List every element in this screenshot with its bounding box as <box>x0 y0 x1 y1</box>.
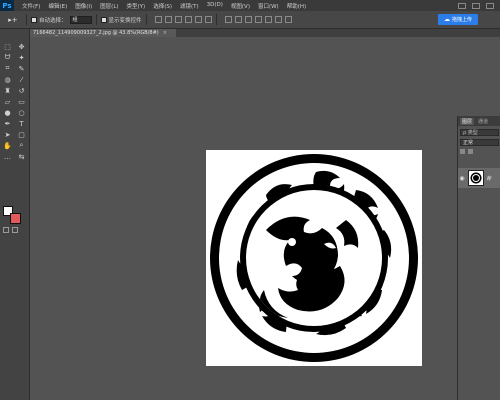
canvas-area[interactable] <box>30 37 456 400</box>
mode-icons <box>3 227 18 233</box>
share-upload-label: 拖拽上传 <box>451 17 472 23</box>
lock-pixels-icon[interactable] <box>460 149 465 154</box>
menu-view[interactable]: 视图(V) <box>227 2 254 10</box>
cloud-icon: ☁ <box>443 16 450 23</box>
divider <box>215 14 217 25</box>
brush-tool-icon[interactable]: ⁄ <box>15 74 28 85</box>
distribute-controls <box>224 16 292 23</box>
align-top-icon[interactable] <box>154 16 162 23</box>
menu-image[interactable]: 图像(I) <box>71 2 96 10</box>
healing-brush-tool-icon[interactable]: ◍ <box>1 74 14 85</box>
distribute-bottom-icon[interactable] <box>244 16 252 23</box>
options-bar: ▸+ 自动选择： 组 显示变换控件 ☁ 拖拽上传 <box>0 11 500 29</box>
align-right-icon[interactable] <box>204 16 212 23</box>
menu-type[interactable]: 类型(Y) <box>123 2 150 10</box>
close-tab-icon[interactable]: × <box>163 30 167 36</box>
layer-row-background[interactable]: ◉ 背 <box>458 168 500 188</box>
marquee-tool-icon[interactable]: ⬚ <box>1 41 14 52</box>
auto-select-checkbox[interactable] <box>31 16 37 23</box>
minimize-icon[interactable] <box>458 2 466 9</box>
distribute-top-icon[interactable] <box>224 16 232 23</box>
close-icon[interactable] <box>486 2 494 9</box>
menu-items: 文件(F) 编辑(E) 图像(I) 图层(L) 类型(Y) 选择(S) 滤镜(T… <box>18 2 310 10</box>
align-bottom-icon[interactable] <box>174 16 182 23</box>
lasso-tool-icon[interactable]: ᗢ <box>1 52 14 63</box>
shape-tool-icon[interactable]: ▢ <box>15 129 28 140</box>
menu-help[interactable]: 帮助(H) <box>283 2 310 10</box>
share-upload-button[interactable]: ☁ 拖拽上传 <box>438 14 478 25</box>
pen-tool-icon[interactable]: ✒ <box>1 118 14 129</box>
divider <box>145 14 147 25</box>
auto-select-label: 自动选择： <box>39 17 67 24</box>
align-hcenter-icon[interactable] <box>194 16 202 23</box>
menu-bar: Ps 文件(F) 编辑(E) 图像(I) 图层(L) 类型(Y) 选择(S) 滤… <box>0 0 500 11</box>
layer-name: 背 <box>486 175 492 182</box>
blur-tool-icon[interactable]: ● <box>1 107 14 118</box>
clone-stamp-tool-icon[interactable]: ♜ <box>1 85 14 96</box>
background-color-swatch[interactable] <box>10 213 21 224</box>
crop-tool-icon[interactable]: ⌗ <box>1 63 14 74</box>
layers-panel: 图层 通道 ρ 类型 正常 ◉ 背 <box>457 116 500 400</box>
swap-colors-icon[interactable]: ⇆ <box>15 151 28 162</box>
maximize-icon[interactable] <box>472 2 480 9</box>
tab-channels[interactable]: 通道 <box>476 118 490 125</box>
show-transform-label: 显示变换控件 <box>108 17 142 24</box>
gradient-tool-icon[interactable]: ▭ <box>15 96 28 107</box>
eraser-tool-icon[interactable]: ▱ <box>1 96 14 107</box>
hand-tool-icon[interactable]: ✋ <box>1 140 14 151</box>
document-tab-bar: 7166482_114909009327_2.jpg @ 43.8%(RGB/8… <box>30 29 500 37</box>
show-transform-checkbox[interactable] <box>100 16 107 23</box>
layer-filter-input[interactable]: ρ 类型 <box>460 129 499 136</box>
layers-panel-tabs: 图层 通道 <box>458 116 500 126</box>
menu-select[interactable]: 选择(S) <box>149 2 176 10</box>
distribute-left-icon[interactable] <box>254 16 262 23</box>
emblem-thumbnail-icon <box>470 172 482 184</box>
menu-layer[interactable]: 图层(L) <box>96 2 122 10</box>
window-controls <box>458 2 500 9</box>
lock-controls <box>460 149 499 154</box>
divider <box>95 14 97 25</box>
menu-window[interactable]: 窗口(W) <box>254 2 283 10</box>
eye-icon[interactable]: ◉ <box>458 175 466 182</box>
lock-position-icon[interactable] <box>468 149 473 154</box>
auto-align-icon[interactable] <box>284 16 292 23</box>
zoom-tool-icon[interactable]: ⌕ <box>15 140 28 151</box>
auto-select-value: 组 <box>72 17 78 23</box>
menu-3d[interactable]: 3D(D) <box>203 2 227 10</box>
menu-file[interactable]: 文件(F) <box>18 2 44 10</box>
move-tool-icon[interactable]: ✥ <box>15 41 28 52</box>
path-selection-tool-icon[interactable]: ➤ <box>1 129 14 140</box>
eyedropper-tool-icon[interactable]: ✎ <box>15 63 28 74</box>
divider <box>26 14 27 25</box>
menu-filter[interactable]: 滤镜(T) <box>176 2 203 10</box>
align-vcenter-icon[interactable] <box>164 16 172 23</box>
quick-mask-icon[interactable] <box>3 227 9 233</box>
distribute-hcenter-icon[interactable] <box>264 16 272 23</box>
document-tab-title: 7166482_114909009327_2.jpg @ 43.8%(RGB/8… <box>33 30 159 36</box>
dodge-tool-icon[interactable]: ○ <box>15 107 28 118</box>
magic-wand-tool-icon[interactable]: ✦ <box>15 52 28 63</box>
menu-edit[interactable]: 编辑(E) <box>44 2 71 10</box>
document-tab[interactable]: 7166482_114909009327_2.jpg @ 43.8%(RGB/8… <box>30 29 176 37</box>
distribute-right-icon[interactable] <box>274 16 282 23</box>
emblem-image <box>210 154 418 362</box>
tools-panel: ⬚ ✥ ᗢ ✦ ⌗ ✎ ◍ ⁄ ♜ ↺ ▱ ▭ ● ○ ✒ T ➤ ▢ ✋ ⌕ … <box>0 29 30 400</box>
history-brush-tool-icon[interactable]: ↺ <box>15 85 28 96</box>
edit-toolbar-icon[interactable]: … <box>1 151 14 162</box>
layer-thumbnail <box>468 170 484 186</box>
type-tool-icon[interactable]: T <box>15 118 28 129</box>
auto-select-dropdown[interactable]: 组 <box>69 15 92 24</box>
photoshop-logo: Ps <box>0 0 14 11</box>
align-controls <box>154 16 212 23</box>
screen-mode-icon[interactable] <box>12 227 18 233</box>
blend-mode-dropdown[interactable]: 正常 <box>460 139 499 146</box>
distribute-vcenter-icon[interactable] <box>234 16 242 23</box>
document-canvas[interactable] <box>206 150 422 366</box>
align-left-icon[interactable] <box>184 16 192 23</box>
tab-layers[interactable]: 图层 <box>460 117 475 125</box>
move-tool-preset-icon[interactable]: ▸+ <box>4 14 22 26</box>
